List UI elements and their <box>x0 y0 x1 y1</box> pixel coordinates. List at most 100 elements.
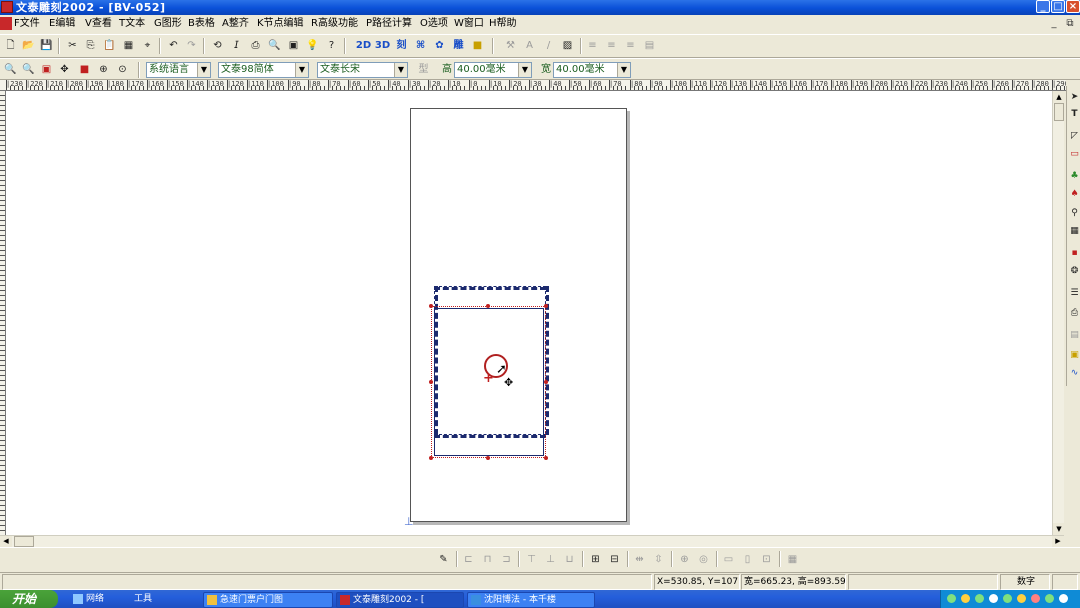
grid-icon[interactable]: ▦ <box>784 551 801 568</box>
language-select[interactable]: 系统语言 ▼ <box>146 62 211 78</box>
photo-tool-icon[interactable]: ▣ <box>1068 348 1080 363</box>
align-right-edge-icon[interactable]: ⊐ <box>498 551 515 568</box>
print-tool-icon[interactable]: ⎙ <box>1068 306 1080 321</box>
zoom-page-icon[interactable]: ▣ <box>38 61 55 78</box>
chevron-down-icon[interactable]: ▼ <box>394 63 407 77</box>
new-file-icon[interactable]: 🗋 <box>2 37 19 54</box>
menu-window[interactable]: W窗口 <box>454 15 484 33</box>
align-bottom-icon[interactable]: ⊔ <box>561 551 578 568</box>
carve-button[interactable]: 雕 <box>450 37 467 54</box>
rectangle-tool-icon[interactable]: ▭ <box>1068 147 1080 162</box>
group-icon[interactable]: ⊞ <box>587 551 604 568</box>
xray-icon[interactable]: ⌘ <box>412 37 429 54</box>
italic-icon[interactable]: 𝘐 <box>228 37 245 54</box>
taskbar-item-browser[interactable]: 沈阳博法 - 本千楼 <box>467 592 595 608</box>
same-size-icon[interactable]: ⊡ <box>758 551 775 568</box>
mdi-restore-button[interactable]: ⧉ <box>1064 18 1076 30</box>
start-button[interactable]: 开始 <box>0 590 58 608</box>
close-button[interactable]: × <box>1066 0 1080 13</box>
select-icon[interactable]: ⌖ <box>139 37 156 54</box>
taskbar-item-wentai[interactable]: 文泰雕刻2002 - [ <box>336 592 464 608</box>
scroll-down-icon[interactable]: ▼ <box>1053 523 1065 535</box>
table-tool-icon[interactable]: ▦ <box>1068 224 1080 239</box>
handle-top-middle[interactable] <box>486 304 490 308</box>
pattern-icon[interactable]: ✿ <box>431 37 448 54</box>
node-tool-icon[interactable]: ◸ <box>1068 129 1080 144</box>
ungroup-icon[interactable]: ⊟ <box>606 551 623 568</box>
help-pointer-icon[interactable]: ? <box>323 37 340 54</box>
taskbar-item-folder[interactable]: 急速门票户门图 <box>203 592 333 608</box>
restore-button[interactable]: □ <box>1051 0 1065 13</box>
align-center-icon[interactable]: ≡ <box>603 37 620 54</box>
text-frame-icon[interactable]: A <box>521 37 538 54</box>
document-icon[interactable] <box>0 17 12 30</box>
text-tool-icon[interactable]: T <box>1068 107 1080 122</box>
handle-middle-left[interactable] <box>429 380 433 384</box>
menu-path-calc[interactable]: P路径计算 <box>366 15 412 33</box>
zoom-window-icon[interactable]: ⊕ <box>95 61 112 78</box>
menu-align[interactable]: A整齐 <box>222 15 249 33</box>
circle-icon[interactable]: ◎ <box>695 551 712 568</box>
shape-tool-icon[interactable]: ♣ <box>1068 169 1080 184</box>
height-select[interactable]: 40.00毫米 ▼ <box>454 62 532 78</box>
align-top-icon[interactable]: ⊤ <box>523 551 540 568</box>
image-tool-icon[interactable]: ❂ <box>1068 264 1080 279</box>
menu-edit[interactable]: E编辑 <box>49 15 75 33</box>
combine-icon[interactable]: ⊕ <box>676 551 693 568</box>
2d-view-button[interactable]: 2D <box>355 37 372 54</box>
type-button[interactable]: 型 <box>415 61 432 78</box>
pan-icon[interactable]: ✥ <box>56 61 73 78</box>
tray-icon[interactable] <box>1059 594 1068 603</box>
align-left-icon[interactable]: ≡ <box>584 37 601 54</box>
app-icon[interactable] <box>1 1 13 13</box>
same-height-icon[interactable]: ▯ <box>739 551 756 568</box>
handle-bottom-left[interactable] <box>429 456 433 460</box>
distribute-v-icon[interactable]: ⇳ <box>650 551 667 568</box>
frame-icon[interactable]: ▣ <box>285 37 302 54</box>
font-style-select[interactable]: 文泰长宋 ▼ <box>317 62 408 78</box>
tray-icon[interactable] <box>1017 594 1026 603</box>
curve-tool-icon[interactable]: ∿ <box>1068 366 1080 381</box>
align-hcenter-icon[interactable]: ⊓ <box>479 551 496 568</box>
pencil-icon[interactable]: ✎ <box>435 551 452 568</box>
zoom-in-icon[interactable]: 🔍 <box>2 61 19 78</box>
disabled-tool-icon[interactable]: ▤ <box>1068 328 1080 343</box>
handle-top-right[interactable] <box>544 304 548 308</box>
undo-icon[interactable]: ↶ <box>165 37 182 54</box>
magnify-tool-icon[interactable]: ⚲ <box>1068 206 1080 221</box>
scroll-up-icon[interactable]: ▲ <box>1053 91 1065 103</box>
quicklaunch-network[interactable]: 网络 <box>70 592 120 608</box>
copy-icon[interactable]: ⎘ <box>82 37 99 54</box>
align-vcenter-icon[interactable]: ⊥ <box>542 551 559 568</box>
menu-help[interactable]: H帮助 <box>489 15 517 33</box>
justify-icon[interactable]: ▤ <box>641 37 658 54</box>
grid-tool-icon[interactable]: ▪ <box>1068 246 1080 261</box>
zoom-out-icon[interactable]: 🔍 <box>20 61 37 78</box>
color-icon[interactable]: ■ <box>469 37 486 54</box>
menu-options[interactable]: O选项 <box>420 15 448 33</box>
drawing-canvas[interactable]: ⊥ + ➚ ✥ <box>6 91 1052 535</box>
scroll-left-icon[interactable]: ◀ <box>0 536 12 547</box>
scroll-right-icon[interactable]: ▶ <box>1052 536 1064 547</box>
vertical-scroll-thumb[interactable] <box>1054 103 1064 121</box>
tray-icon[interactable] <box>947 594 956 603</box>
list-tool-icon[interactable]: ☰ <box>1068 286 1080 301</box>
paste-icon[interactable]: 📋 <box>101 37 118 54</box>
cut-icon[interactable]: ✂ <box>64 37 81 54</box>
chevron-down-icon[interactable]: ▼ <box>617 63 630 77</box>
clipboard-icon[interactable]: ▦ <box>120 37 137 54</box>
fill-tool-icon[interactable]: ♠ <box>1068 187 1080 202</box>
tray-icon[interactable] <box>975 594 984 603</box>
chevron-down-icon[interactable]: ▼ <box>518 63 531 77</box>
3d-view-button[interactable]: 3D <box>374 37 391 54</box>
lightbulb-icon[interactable]: 💡 <box>304 37 321 54</box>
tray-icon[interactable] <box>1031 594 1040 603</box>
menu-text[interactable]: T文本 <box>119 15 145 33</box>
chevron-down-icon[interactable]: ▼ <box>197 63 210 77</box>
tray-icon[interactable] <box>1003 594 1012 603</box>
rotate-icon[interactable]: ⟲ <box>209 37 226 54</box>
align-right-icon[interactable]: ≡ <box>622 37 639 54</box>
handle-bottom-middle[interactable] <box>486 456 490 460</box>
print-preview-icon[interactable]: 🔍 <box>266 37 283 54</box>
quicklaunch-tools[interactable]: 工具 <box>118 592 198 608</box>
